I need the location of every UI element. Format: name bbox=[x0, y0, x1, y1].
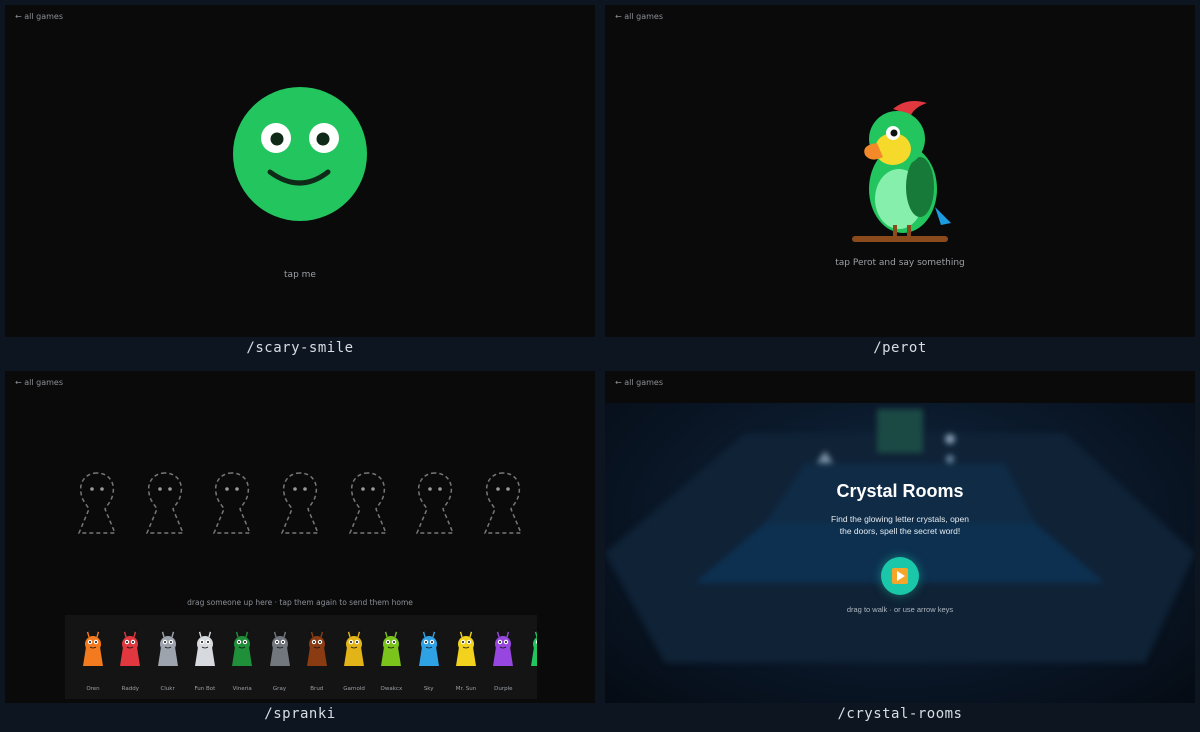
route-label: /spranki bbox=[264, 706, 336, 722]
perot-hint: tap Perot and say something bbox=[835, 258, 965, 268]
character-icon bbox=[269, 629, 290, 666]
character-icon bbox=[493, 629, 514, 666]
room-background bbox=[605, 403, 1195, 703]
character-tray[interactable]: Oren Raddy Clukr Fun Bot Vineria Gray Brud Garn… bbox=[65, 615, 537, 699]
perot-panel: ← all games tap Perot and say something bbox=[605, 5, 1195, 337]
drop-slot[interactable] bbox=[143, 471, 187, 535]
game-title: Crystal Rooms bbox=[836, 481, 964, 501]
route-label: /crystal-rooms bbox=[837, 706, 963, 722]
crystal-rooms-cell: ← all games Crystal Rooms Find the glowi… bbox=[600, 366, 1200, 732]
character-icon bbox=[456, 629, 476, 666]
games-grid: ← all games tap me /scary-smile ← all ga… bbox=[0, 0, 1200, 732]
tap-me-hint: tap me bbox=[284, 270, 316, 280]
game-description: Find the glowing letter crystals, open t… bbox=[831, 514, 969, 536]
character-icon bbox=[306, 629, 327, 666]
perot-cell: ← all games tap Perot and say something … bbox=[600, 0, 1200, 366]
drop-slot[interactable] bbox=[278, 471, 322, 535]
character-icon bbox=[381, 629, 402, 666]
play-icon bbox=[892, 568, 908, 584]
character-icon bbox=[232, 629, 253, 666]
spranki-panel: ← all games drag someone up here · tap t… bbox=[5, 371, 595, 703]
character-icon bbox=[530, 629, 537, 666]
play-button[interactable] bbox=[881, 557, 919, 595]
spranki-hint: drag someone up here · tap them again to… bbox=[187, 598, 413, 607]
character-mr[interactable]: Mr bbox=[523, 629, 537, 697]
scary-smile-cell: ← all games tap me /scary-smile bbox=[0, 0, 600, 366]
scary-smile-panel: ← all games tap me bbox=[5, 5, 595, 337]
drop-slot[interactable] bbox=[75, 471, 119, 535]
character-icon bbox=[157, 629, 178, 666]
route-label: /perot bbox=[873, 340, 927, 356]
character-name: Mr bbox=[517, 686, 537, 692]
game-scene[interactable]: Crystal Rooms Find the glowing letter cr… bbox=[605, 403, 1195, 703]
drop-slot[interactable] bbox=[481, 471, 525, 535]
crystal-rooms-panel: ← all games Crystal Rooms Find the glowi… bbox=[605, 371, 1195, 703]
controls-hint: drag to walk · or use arrow keys bbox=[846, 605, 954, 614]
all-games-link[interactable]: ← all games bbox=[615, 378, 663, 387]
drop-slot[interactable] bbox=[210, 471, 254, 535]
character-icon bbox=[344, 629, 365, 666]
parrot-button[interactable] bbox=[845, 93, 955, 243]
character-icon bbox=[120, 629, 141, 666]
smiley-face-button[interactable] bbox=[232, 86, 368, 222]
character-icon bbox=[194, 629, 215, 666]
all-games-link[interactable]: ← all games bbox=[15, 12, 63, 21]
drop-slot[interactable] bbox=[346, 471, 390, 535]
smiley-face-icon bbox=[233, 87, 367, 221]
all-games-link[interactable]: ← all games bbox=[615, 12, 663, 21]
character-icon bbox=[83, 629, 103, 666]
spranki-cell: ← all games drag someone up here · tap t… bbox=[0, 366, 600, 732]
character-icon bbox=[418, 629, 439, 666]
all-games-link[interactable]: ← all games bbox=[15, 378, 63, 387]
drop-slot[interactable] bbox=[413, 471, 457, 535]
parrot-icon bbox=[852, 101, 951, 242]
route-label: /scary-smile bbox=[246, 340, 354, 356]
